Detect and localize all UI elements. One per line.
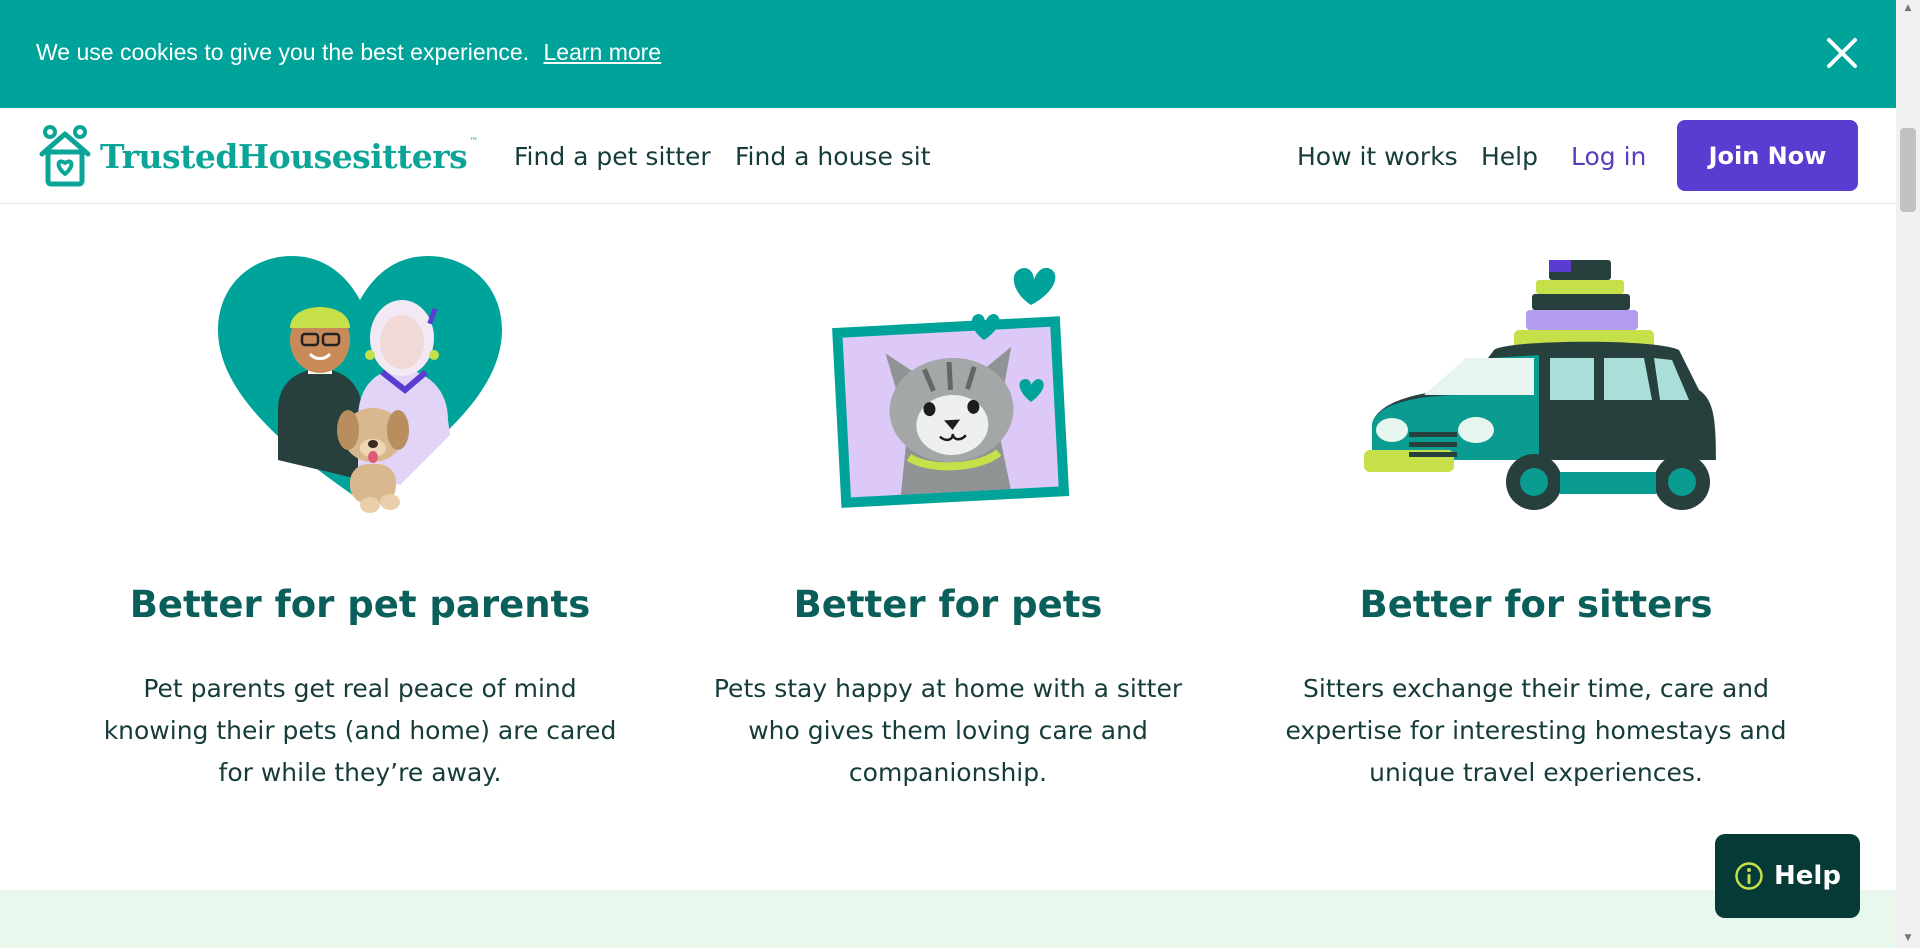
close-icon[interactable] — [1825, 36, 1859, 70]
nav-how-it-works[interactable]: How it works — [1297, 142, 1458, 171]
cookie-message-row: We use cookies to give you the best expe… — [36, 39, 661, 66]
feature-title: Better for sitters — [1359, 583, 1713, 626]
logo[interactable]: TrustedHousesitters ™ — [36, 124, 478, 188]
heart-people-dog-illustration — [218, 256, 502, 513]
nav-find-house-sit[interactable]: Find a house sit — [735, 142, 931, 171]
feature-description: Sitters exchange their time, care and ex… — [1285, 674, 1787, 787]
nav-find-pet-sitter[interactable]: Find a pet sitter — [514, 142, 711, 171]
login-link[interactable]: Log in — [1571, 142, 1646, 171]
nav-help[interactable]: Help — [1481, 142, 1538, 171]
framed-cat-illustration — [832, 267, 1070, 508]
cookie-message: We use cookies to give you the best expe… — [36, 39, 530, 65]
next-section-band — [0, 890, 1896, 948]
help-widget-button[interactable]: Help — [1715, 834, 1860, 918]
feature-description: Pet parents get real peace of mind knowi… — [103, 674, 617, 787]
join-now-button[interactable]: Join Now — [1677, 120, 1858, 191]
logo-trademark: ™ — [469, 137, 479, 147]
cookie-banner: We use cookies to give you the best expe… — [0, 0, 1896, 108]
feature-title: Better for pets — [793, 583, 1103, 626]
learn-more-link[interactable]: Learn more — [543, 39, 661, 65]
help-widget-label: Help — [1774, 861, 1841, 891]
info-icon — [1735, 862, 1763, 890]
site-header: TrustedHousesitters ™ Find a pet sitter … — [0, 108, 1896, 204]
scroll-up-arrow-icon[interactable]: ▲ — [1902, 2, 1914, 14]
logo-wordmark: TrustedHousesitters — [100, 136, 468, 176]
car-luggage-illustration — [1364, 260, 1716, 510]
feature-description: Pets stay happy at home with a sitter wh… — [713, 674, 1183, 787]
house-heart-icon — [39, 125, 91, 187]
scroll-thumb[interactable] — [1900, 128, 1916, 212]
vertical-scrollbar[interactable]: ▲ ▼ — [1896, 0, 1920, 948]
scroll-down-arrow-icon[interactable]: ▼ — [1902, 932, 1914, 944]
feature-title: Better for pet parents — [129, 583, 591, 626]
page: We use cookies to give you the best expe… — [0, 0, 1896, 948]
